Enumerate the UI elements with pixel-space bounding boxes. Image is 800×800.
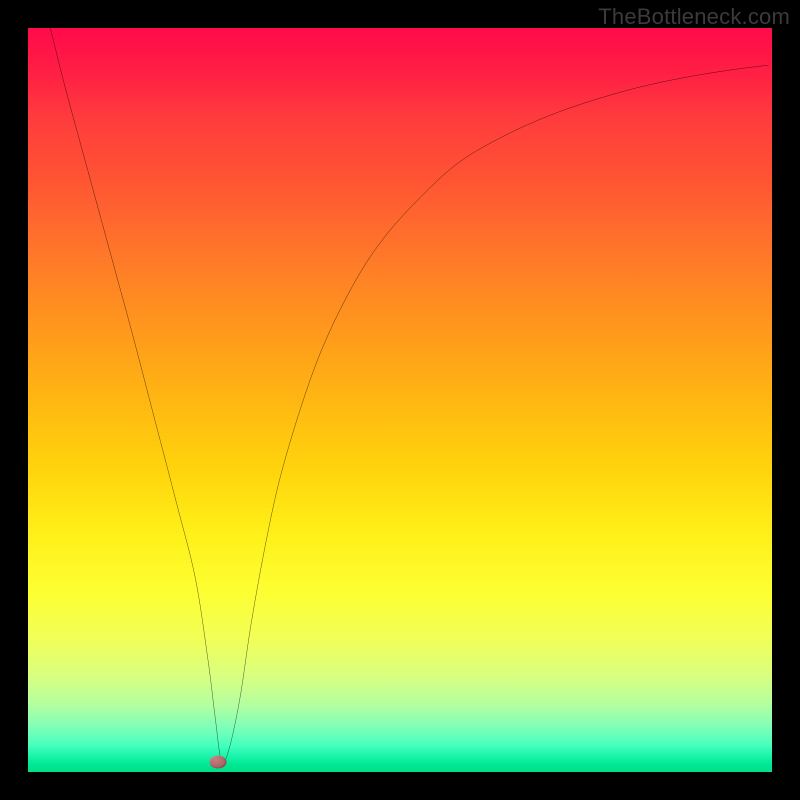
optimal-point-marker xyxy=(209,756,226,769)
watermark-text: TheBottleneck.com xyxy=(598,4,790,30)
chart-frame: TheBottleneck.com xyxy=(0,0,800,800)
bottleneck-curve xyxy=(28,28,772,772)
plot-area xyxy=(28,28,772,772)
